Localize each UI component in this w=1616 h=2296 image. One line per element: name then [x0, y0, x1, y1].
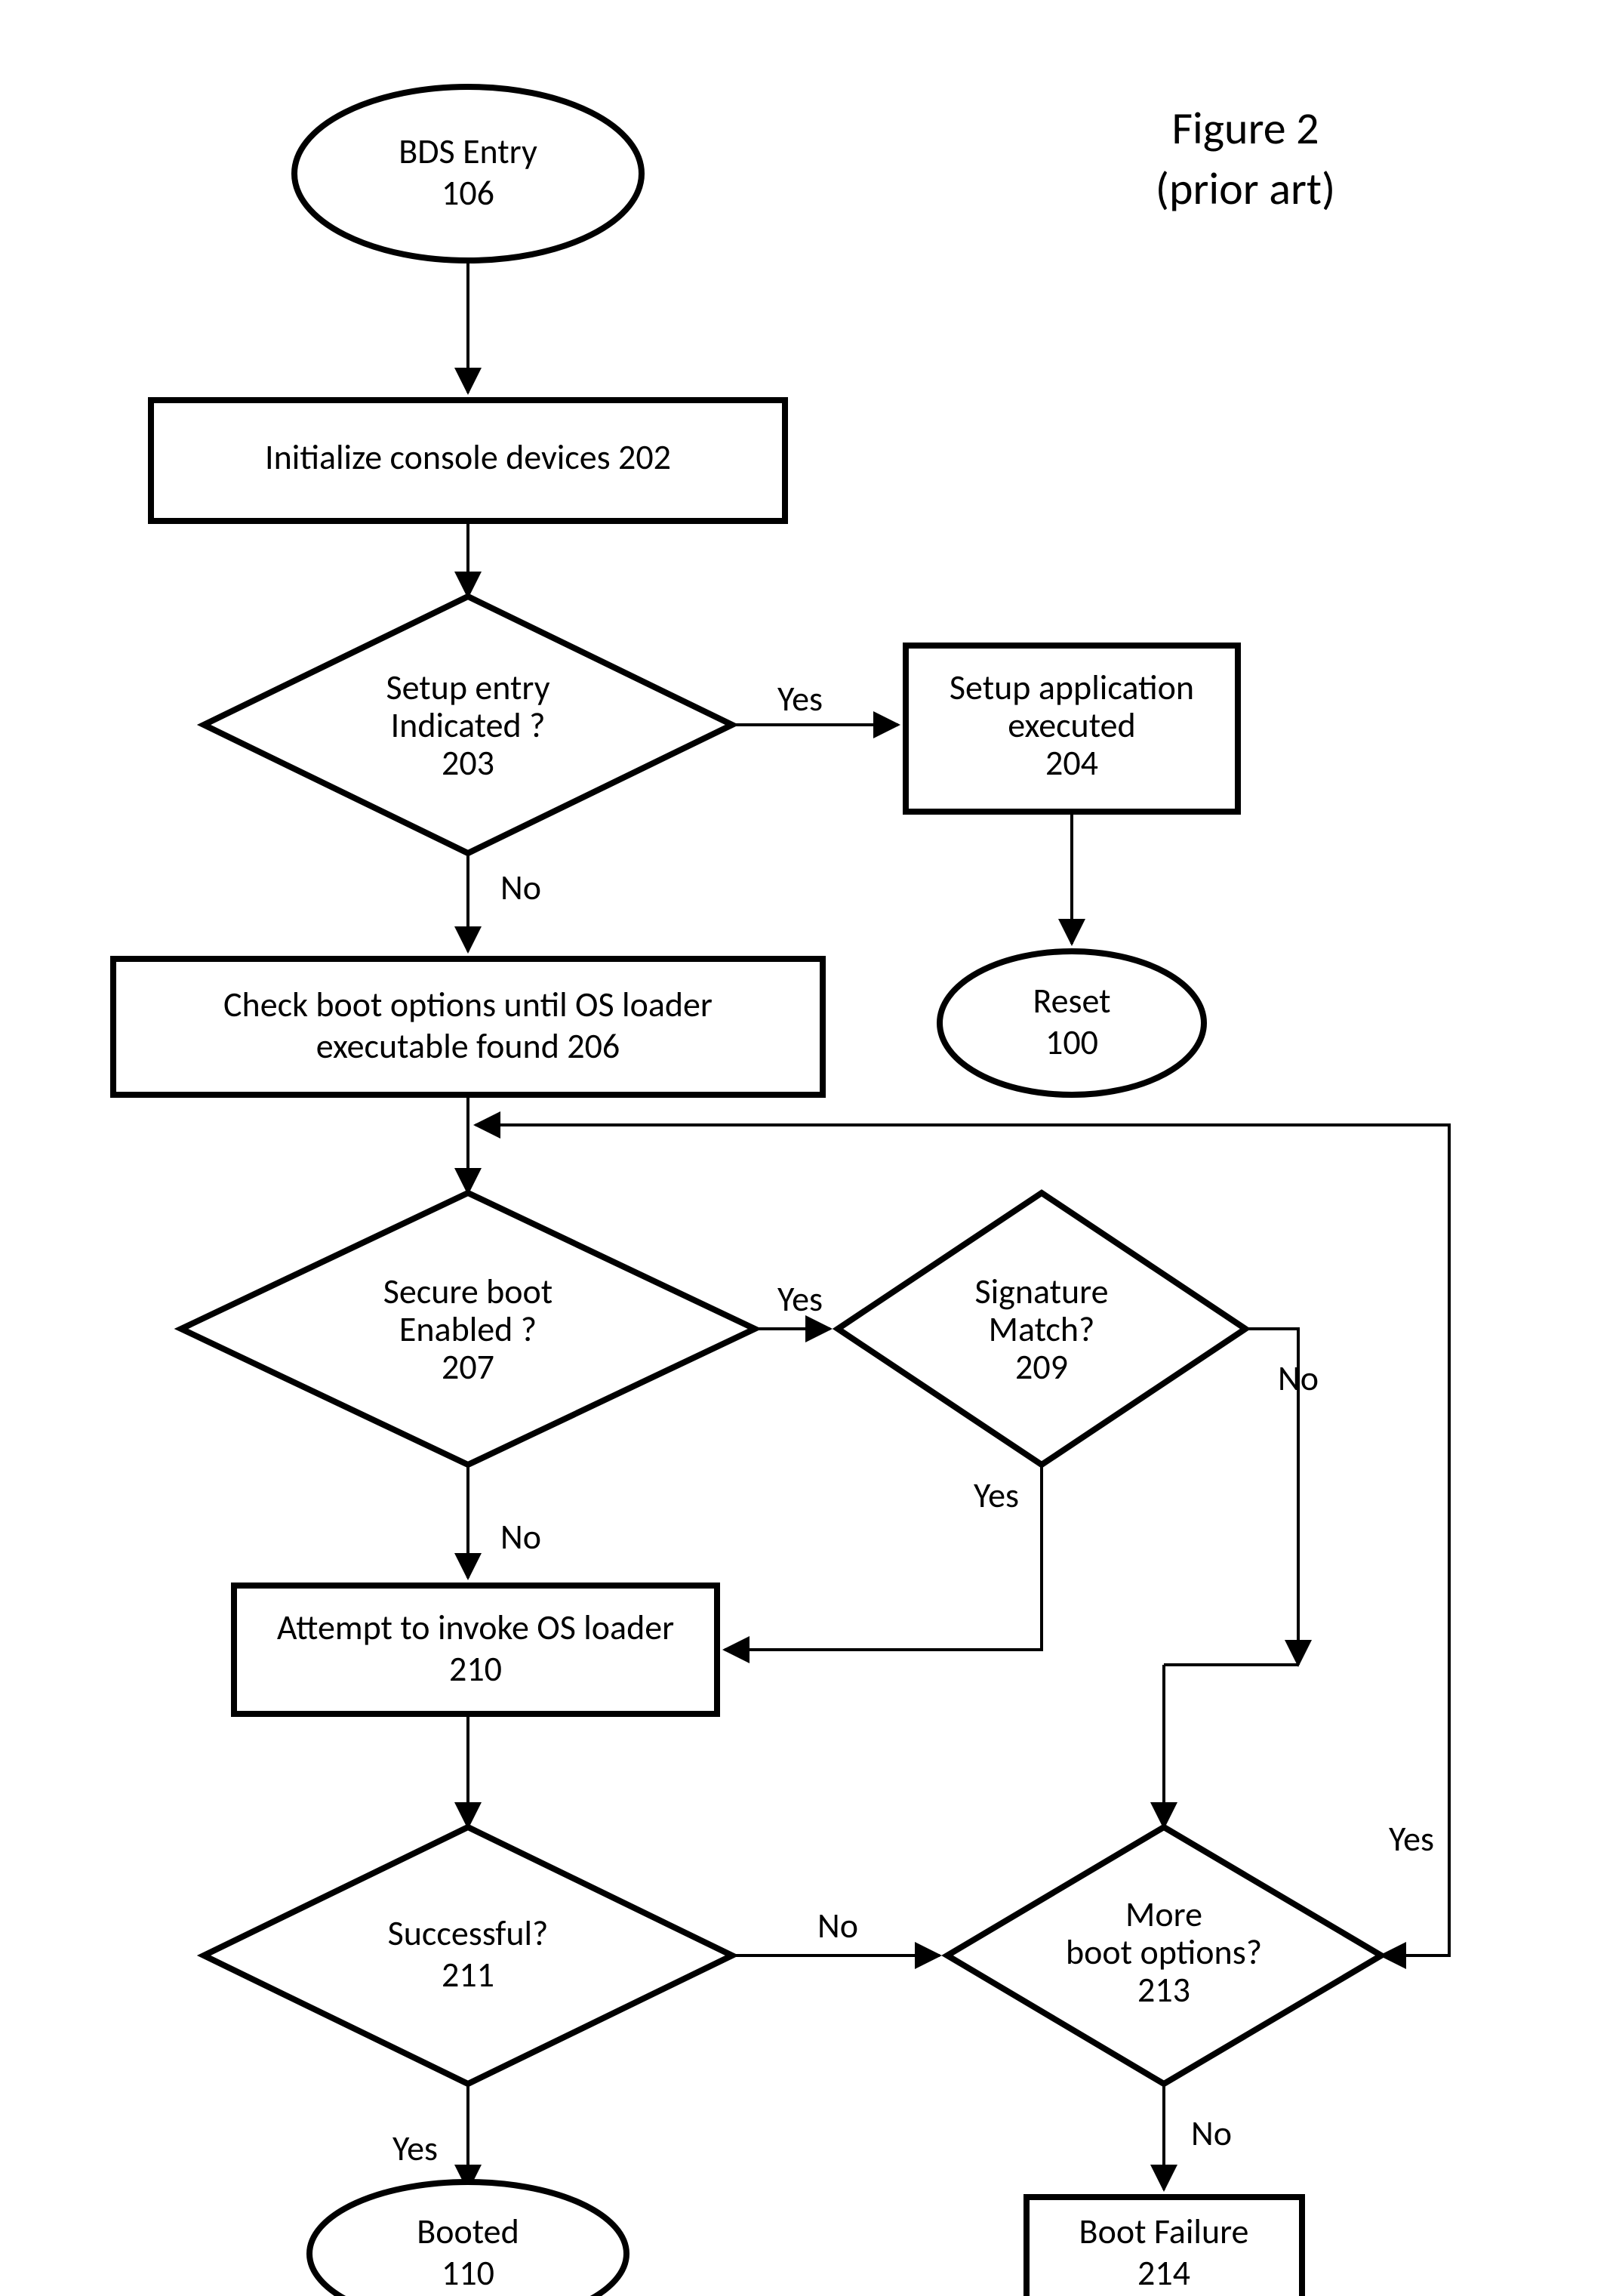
- flowchart-canvas: Figure 2 (prior art) BDS Entry 106 Initi…: [0, 0, 1616, 2296]
- node-203-l2: Indicated ?: [391, 704, 546, 747]
- edge-203-no-label: No: [500, 867, 541, 909]
- node-204-l1: Setup application: [950, 667, 1194, 709]
- edge-203-yes-label: Yes: [777, 678, 823, 720]
- node-209-l1: Signature: [974, 1271, 1108, 1313]
- edge-213-yes-label: Yes: [1389, 1818, 1434, 1860]
- node-210-l2: 210: [449, 1648, 502, 1690]
- node-207-l2: Enabled ?: [399, 1308, 537, 1351]
- edge-209-yes-label: Yes: [974, 1475, 1019, 1517]
- node-211-l2: 211: [442, 1954, 494, 1996]
- node-203-l3: 203: [442, 742, 494, 784]
- edge-209-no-label: No: [1278, 1358, 1319, 1400]
- node-bds-entry-label2: 106: [442, 172, 494, 214]
- edge-211-no-label: No: [817, 1905, 858, 1947]
- figure-title-line1: Figure 2: [1171, 101, 1319, 156]
- node-213-l3: 213: [1137, 1969, 1190, 2011]
- node-207-l3: 207: [442, 1346, 494, 1388]
- node-214-l2: 214: [1137, 2252, 1190, 2294]
- node-init-console-label: Initialize console devices 202: [265, 436, 671, 479]
- node-213-l2: boot options?: [1066, 1931, 1262, 1974]
- figure-title-line2: (prior art): [1156, 162, 1335, 217]
- edge-207-no-label: No: [500, 1516, 541, 1558]
- node-204-l2: executed: [1008, 704, 1135, 747]
- node-100-l1: Reset: [1033, 980, 1110, 1022]
- node-110-l2: 110: [442, 2252, 494, 2294]
- node-203-l1: Setup entry: [386, 667, 549, 709]
- node-211-l1: Successful?: [388, 1912, 549, 1955]
- node-100-l2: 100: [1045, 1022, 1098, 1064]
- node-209-l2: Match?: [989, 1308, 1095, 1351]
- node-bds-entry-label1: BDS Entry: [399, 131, 537, 173]
- node-213-l1: More: [1125, 1894, 1202, 1936]
- node-214-l1: Boot Failure: [1079, 2211, 1249, 2253]
- node-204-l3: 204: [1045, 742, 1098, 784]
- edge-211-yes-label: Yes: [392, 2128, 438, 2170]
- node-209-l3: 209: [1015, 1346, 1068, 1388]
- edge-207-yes-label: Yes: [777, 1278, 823, 1321]
- node-206-l1: Check boot options until OS loader: [223, 984, 713, 1026]
- node-110-l1: Booted: [417, 2211, 519, 2253]
- node-207-l1: Secure boot: [383, 1271, 553, 1313]
- edge-213-no-label: No: [1191, 2113, 1232, 2155]
- node-210-l1: Attempt to invoke OS loader: [277, 1607, 674, 1649]
- node-206-l2: executable found 206: [316, 1025, 620, 1068]
